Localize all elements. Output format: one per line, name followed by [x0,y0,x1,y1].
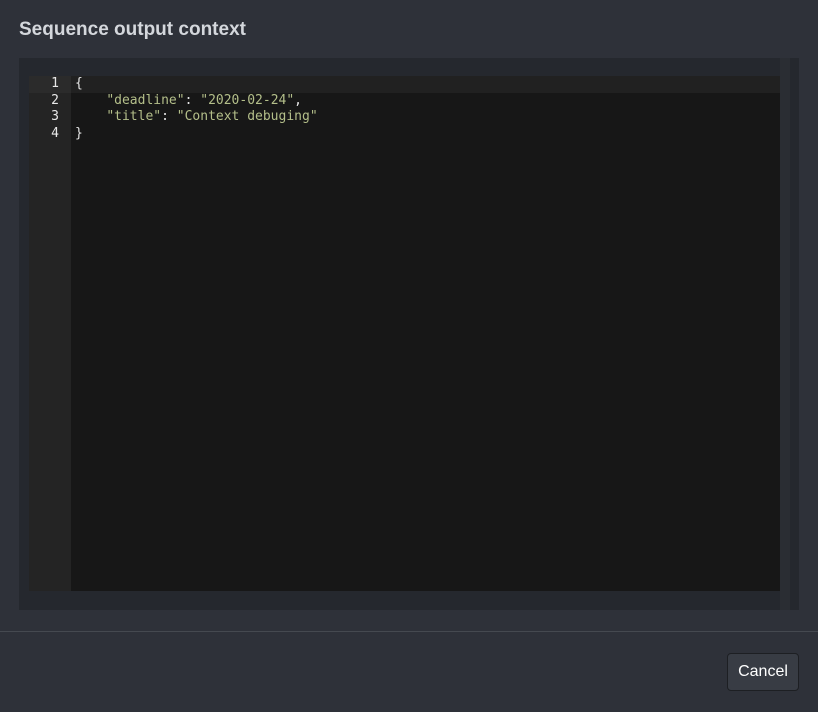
active-line-highlight [29,76,780,93]
code-line: } [75,126,83,143]
code-line: "deadline": "2020-02-24", [75,93,302,110]
open-brace: { [75,76,83,91]
comma: , [294,92,302,108]
dialog-title: Sequence output context [19,19,246,40]
editor-scrollbar[interactable] [780,58,790,610]
cancel-button[interactable]: Cancel [727,653,799,691]
code-line: { [75,76,83,93]
line-number: 2 [51,92,59,108]
separator: : [161,109,177,124]
separator: : [184,92,201,108]
json-value: "2020-02-24" [200,92,295,108]
code-line: "title": "Context debuging" [75,109,318,126]
close-brace: } [75,125,83,141]
line-number-gutter [29,92,71,591]
json-key: "deadline" [106,92,185,108]
editor-panel: 1 2 3 4 { "deadline": "2020-02-24", "tit… [19,58,799,610]
line-number: 3 [51,109,59,124]
dialog-footer: Cancel [0,632,818,712]
code-editor[interactable]: 1 2 3 4 { "deadline": "2020-02-24", "tit… [29,76,780,591]
line-number: 1 [51,76,59,91]
line-number: 4 [51,125,59,141]
dialog: Sequence output context 1 2 3 4 { "deadl… [0,0,818,712]
json-value: "Context debuging" [176,109,318,124]
json-key: "title" [106,109,162,124]
